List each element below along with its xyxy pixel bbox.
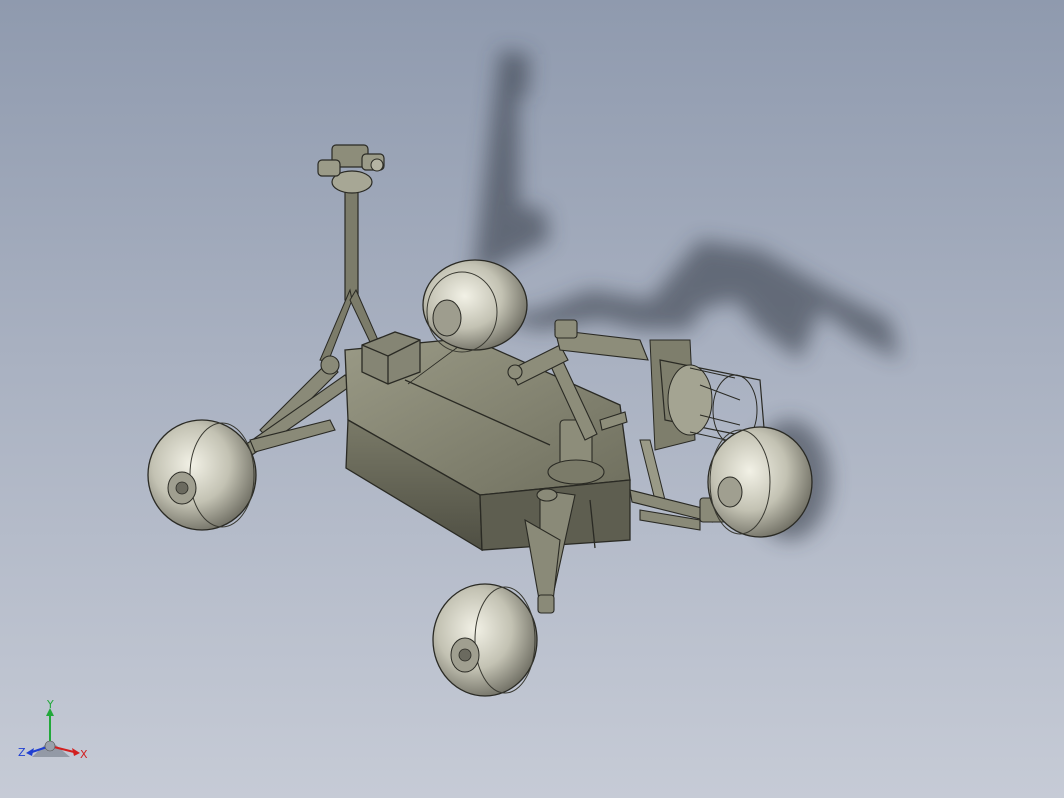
rover-model-view[interactable] [0,0,1064,798]
x-axis-label: X [80,748,88,761]
mast-camera[interactable] [317,144,385,363]
suspension-left[interactable] [244,355,353,456]
y-axis-label: Y [46,700,54,711]
graphics-viewport[interactable]: Y X Z [0,0,1064,798]
wheel-front-left[interactable] [432,583,538,697]
wheel-rear-right[interactable] [422,259,528,353]
orientation-triad: Y X Z [18,700,88,761]
wheel-front-right[interactable] [707,426,813,538]
z-axis-label: Z [18,746,26,759]
wheel-rear-left[interactable] [147,419,257,531]
